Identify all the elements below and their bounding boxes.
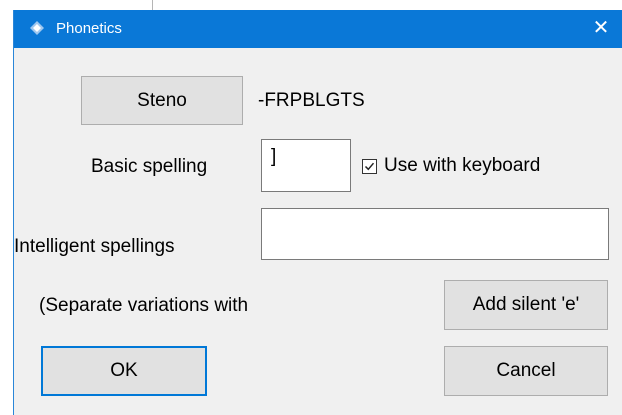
basic-spelling-input[interactable]: ] xyxy=(261,139,351,192)
add-silent-e-button[interactable]: Add silent 'e' xyxy=(444,280,608,330)
intelligent-spellings-input[interactable] xyxy=(261,208,609,260)
title-bar[interactable]: Phonetics ✕ xyxy=(14,10,622,48)
background-strip xyxy=(0,0,622,10)
basic-spelling-label: Basic spelling xyxy=(91,156,208,177)
cancel-button[interactable]: Cancel xyxy=(444,346,608,396)
background-divider xyxy=(152,0,153,10)
use-with-keyboard-checkbox[interactable] xyxy=(362,158,377,174)
app-diamond-icon xyxy=(30,21,44,35)
steno-value: -FRPBLGTS xyxy=(258,90,365,111)
separate-variations-note: (Separate variations with xyxy=(39,295,249,316)
steno-button[interactable]: Steno xyxy=(81,76,243,125)
ok-button[interactable]: OK xyxy=(41,346,207,396)
close-icon[interactable]: ✕ xyxy=(588,14,614,42)
use-with-keyboard-option[interactable]: Use with keyboard xyxy=(362,155,540,177)
checkmark-icon xyxy=(364,162,375,170)
phonetics-dialog: Phonetics ✕ Steno -FRPBLGTS Basic spelli… xyxy=(13,10,622,415)
intelligent-spellings-label: Intelligent spellings xyxy=(14,236,175,257)
dialog-title: Phonetics xyxy=(56,20,122,37)
use-with-keyboard-label: Use with keyboard xyxy=(384,155,541,176)
